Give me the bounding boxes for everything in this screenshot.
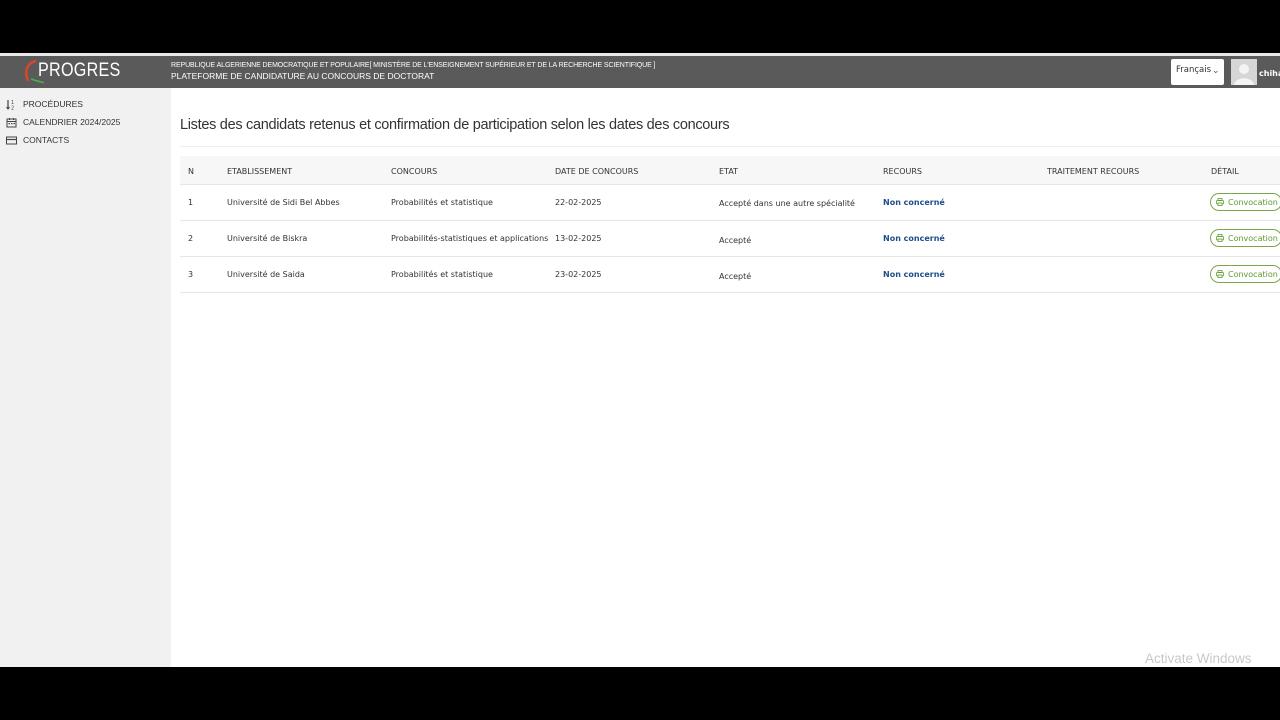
card-icon	[6, 136, 17, 144]
cell-n: 2	[188, 234, 194, 243]
sidebar-item-calendrier[interactable]: CALENDRIER 2024/2025	[6, 115, 166, 129]
cell-etablissement: Université de Sidi Bel Abbes	[227, 198, 340, 207]
sort-icon: 1 2	[6, 99, 14, 110]
page-title: Listes des candidats retenus et confirma…	[180, 117, 730, 133]
svg-text:2: 2	[11, 105, 14, 110]
user-avatar-icon	[1231, 59, 1257, 85]
cell-n: 3	[188, 270, 194, 279]
cell-date: 22-02-2025	[555, 198, 602, 207]
column-header-n: N	[188, 167, 194, 176]
activate-windows-watermark: Activate Windows	[1145, 651, 1252, 666]
convocation-button[interactable]: Convocation	[1210, 193, 1280, 211]
column-header-concours: CONCOURS	[391, 167, 438, 176]
language-select[interactable]: Français ⌄	[1171, 59, 1224, 85]
cell-recours[interactable]: Non concerné	[883, 270, 945, 279]
avatar[interactable]	[1231, 59, 1257, 85]
sidebar-item-label: CONTACTS	[23, 135, 70, 145]
column-header-etat: ETAT	[719, 167, 739, 176]
cell-concours: Probabilités et statistique	[391, 270, 493, 279]
cell-n: 1	[188, 198, 194, 207]
cell-date: 23-02-2025	[555, 270, 602, 279]
convocation-button[interactable]: Convocation	[1210, 229, 1280, 247]
calendar-icon	[6, 117, 17, 127]
progres-logo[interactable]: PROGRES	[22, 59, 120, 85]
username[interactable]: chiha	[1259, 69, 1280, 78]
table-header: N ETABLISSEMENT CONCOURS DATE DE CONCOUR…	[180, 156, 1280, 185]
sidebar: 1 2 PROCÉDURES CALENDRIER 2024/2025 CONT…	[0, 88, 171, 667]
cell-etablissement: Université de Saida	[227, 270, 305, 279]
cell-concours: Probabilités et statistique	[391, 198, 493, 207]
main-content: Listes des candidats retenus et confirma…	[171, 88, 1280, 667]
column-header-recours: RECOURS	[883, 167, 922, 176]
convocation-label: Convocation	[1228, 233, 1278, 243]
printer-icon	[1216, 270, 1224, 278]
language-value: Français	[1176, 65, 1212, 75]
column-header-etablissement: ETABLISSEMENT	[227, 167, 293, 176]
column-header-traitement-recours: TRAITEMENT RECOURS	[1047, 167, 1140, 176]
printer-icon	[1216, 234, 1224, 242]
table-row: 3 Université de Saida Probabilités et st…	[180, 257, 1280, 293]
chevron-down-icon: ⌄	[1212, 66, 1220, 76]
printer-icon	[1216, 198, 1224, 206]
column-header-date: DATE DE CONCOURS	[555, 167, 639, 176]
divider	[180, 146, 1280, 147]
table-row: 2 Université de Biskra Probabilités-stat…	[180, 221, 1280, 257]
logo-text: PROGRES	[38, 60, 121, 81]
header-ministry-line: REPUBLIQUE ALGERIENNE DEMOCRATIQUE ET PO…	[171, 62, 656, 69]
sidebar-item-label: CALENDRIER 2024/2025	[23, 117, 121, 127]
cell-etat: Accepté	[719, 236, 752, 245]
header-platform-line: PLATEFORME DE CANDIDATURE AU CONCOURS DE…	[171, 71, 435, 81]
column-header-detail: DÉTAIL	[1211, 167, 1239, 176]
cell-recours[interactable]: Non concerné	[883, 198, 945, 207]
convocation-label: Convocation	[1228, 197, 1278, 207]
sidebar-item-contacts[interactable]: CONTACTS	[6, 133, 166, 147]
sidebar-item-procedures[interactable]: 1 2 PROCÉDURES	[6, 97, 166, 111]
top-header: PROGRES REPUBLIQUE ALGERIENNE DEMOCRATIQ…	[0, 56, 1280, 88]
convocation-button[interactable]: Convocation	[1210, 265, 1280, 283]
cell-etat: Accepté	[719, 272, 752, 281]
app-window: PROGRES REPUBLIQUE ALGERIENNE DEMOCRATIQ…	[0, 53, 1280, 667]
cell-etat: Accepté dans une autre spécialité	[719, 199, 855, 208]
cell-concours: Probabilités-statistiques et application…	[391, 234, 549, 243]
sidebar-item-label: PROCÉDURES	[23, 99, 83, 109]
cell-recours[interactable]: Non concerné	[883, 234, 945, 243]
cell-date: 13-02-2025	[555, 234, 602, 243]
table-row: 1 Université de Sidi Bel Abbes Probabili…	[180, 185, 1280, 221]
convocation-label: Convocation	[1228, 269, 1278, 279]
cell-etablissement: Université de Biskra	[227, 234, 308, 243]
